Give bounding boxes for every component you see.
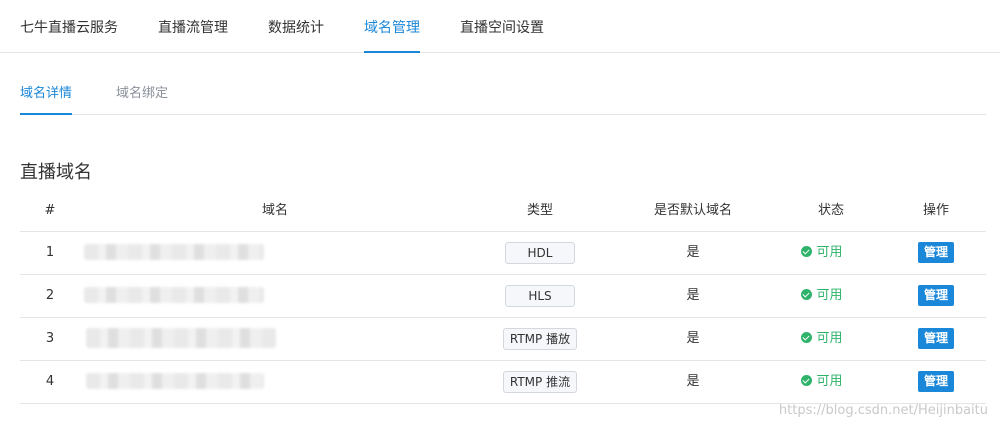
type-badge: RTMP 推流 xyxy=(502,370,578,393)
header-type: 类型 xyxy=(526,203,553,218)
header-domain: 域名 xyxy=(261,203,288,218)
status-cell: 可用 xyxy=(786,275,858,317)
sub-nav: 域名详情 域名绑定 xyxy=(20,76,986,115)
row-index: 2 xyxy=(45,288,55,303)
check-circle-icon xyxy=(801,246,813,257)
action-cell: 管理 xyxy=(900,361,972,403)
check-circle-icon xyxy=(801,375,813,386)
status-text: 可用 xyxy=(816,288,843,303)
manage-button[interactable]: 管理 xyxy=(917,371,954,392)
type-badge: RTMP 播放 xyxy=(502,327,578,350)
tab-statistics[interactable]: 数据统计 xyxy=(268,0,324,53)
table-row: 4 RTMP 推流 是 可用 管理 xyxy=(20,361,986,404)
domain-redacted xyxy=(86,373,264,389)
domain-redacted xyxy=(84,287,264,303)
table-row: 2 HLS 是 可用 管理 xyxy=(20,275,986,318)
status-text: 可用 xyxy=(816,245,843,260)
table-row: 3 RTMP 播放 是 可用 管理 xyxy=(20,318,986,361)
type-badge: HDL xyxy=(505,241,575,264)
tab-qiniu-live-service[interactable]: 七牛直播云服务 xyxy=(20,0,118,53)
table-row: 1 HDL 是 可用 管理 xyxy=(20,232,986,275)
tab-domain-binding[interactable]: 域名绑定 xyxy=(116,76,168,115)
section-title: 直播域名 xyxy=(20,162,92,183)
type-cell: RTMP 推流 xyxy=(490,361,590,403)
action-cell: 管理 xyxy=(900,232,972,274)
default-cell: 是 xyxy=(686,331,700,346)
default-cell: 是 xyxy=(686,374,700,389)
type-badge: HLS xyxy=(505,284,575,307)
domain-redacted xyxy=(86,328,276,348)
tab-stream-management[interactable]: 直播流管理 xyxy=(158,0,228,53)
header-index: # xyxy=(44,203,56,218)
type-cell: HLS xyxy=(490,275,590,317)
tab-live-space-settings[interactable]: 直播空间设置 xyxy=(460,0,544,53)
status-text: 可用 xyxy=(816,331,843,346)
row-index: 4 xyxy=(45,374,55,389)
action-cell: 管理 xyxy=(900,318,972,360)
status-cell: 可用 xyxy=(786,232,858,274)
manage-button[interactable]: 管理 xyxy=(917,242,954,263)
check-circle-icon xyxy=(801,289,813,300)
manage-button[interactable]: 管理 xyxy=(917,285,954,306)
top-nav: 七牛直播云服务 直播流管理 数据统计 域名管理 直播空间设置 xyxy=(0,0,1000,53)
tab-domain-management[interactable]: 域名管理 xyxy=(364,0,420,53)
check-circle-icon xyxy=(801,332,813,343)
action-cell: 管理 xyxy=(900,275,972,317)
row-index: 1 xyxy=(45,245,55,260)
tab-domain-details[interactable]: 域名详情 xyxy=(20,76,73,115)
watermark: https://blog.csdn.net/Heijinbaitu xyxy=(778,403,988,418)
type-cell: HDL xyxy=(490,232,590,274)
row-index: 3 xyxy=(45,331,55,346)
header-status: 状态 xyxy=(817,203,844,218)
default-cell: 是 xyxy=(686,288,700,303)
header-default: 是否默认域名 xyxy=(653,203,732,218)
type-cell: RTMP 播放 xyxy=(490,318,590,360)
manage-button[interactable]: 管理 xyxy=(917,328,954,349)
default-cell: 是 xyxy=(686,245,700,260)
header-action: 操作 xyxy=(922,203,949,218)
status-cell: 可用 xyxy=(786,361,858,403)
status-cell: 可用 xyxy=(786,318,858,360)
domain-redacted xyxy=(84,244,264,260)
table-header: # 域名 类型 是否默认域名 状态 操作 xyxy=(20,190,986,232)
status-text: 可用 xyxy=(816,374,843,389)
